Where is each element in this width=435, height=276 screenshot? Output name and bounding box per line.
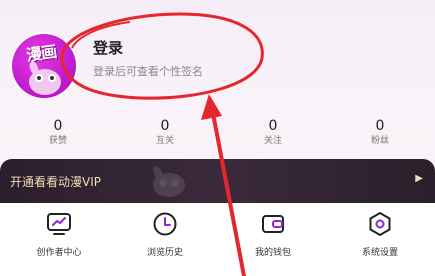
shortcut-wallet[interactable]: 我的钱包 bbox=[238, 211, 308, 258]
signature-hint: 登录后可查看个性签名 bbox=[93, 65, 203, 78]
login-link[interactable]: 登录 bbox=[93, 37, 123, 58]
creator-monitor-icon bbox=[47, 213, 71, 235]
shortcut-browse-history[interactable]: 浏览历史 bbox=[130, 211, 200, 258]
shortcut-label: 创作者中心 bbox=[36, 248, 82, 258]
wallet-icon bbox=[262, 215, 284, 233]
shortcut-settings[interactable]: 系统设置 bbox=[345, 211, 415, 258]
vip-banner-label: 开通看看动漫VIP bbox=[10, 175, 101, 189]
stat-mutual[interactable]: 0 互关 bbox=[145, 117, 185, 148]
stat-value: 0 bbox=[375, 118, 385, 134]
chevron-right-icon: ▶ bbox=[415, 173, 423, 184]
shortcut-label: 我的钱包 bbox=[254, 248, 291, 258]
clock-icon bbox=[153, 212, 177, 236]
shortcut-label: 浏览历史 bbox=[146, 248, 183, 258]
stat-fans[interactable]: 0 粉丝 bbox=[360, 117, 400, 148]
vip-mascot-icon bbox=[153, 166, 185, 197]
shortcut-label: 系统设置 bbox=[361, 248, 398, 258]
stat-label: 获赞 bbox=[48, 136, 67, 146]
stat-value: 0 bbox=[53, 118, 63, 134]
settings-hexagon-icon bbox=[369, 212, 391, 236]
stat-label: 关注 bbox=[263, 136, 282, 146]
stat-following[interactable]: 0 关注 bbox=[253, 117, 293, 148]
stat-likes[interactable]: 0 获赞 bbox=[38, 117, 78, 148]
shortcut-creator-center[interactable]: 创作者中心 bbox=[24, 211, 94, 258]
vip-banner[interactable]: 开通看看动漫VIP ▶ bbox=[0, 159, 435, 203]
avatar[interactable]: 漫画 bbox=[10, 32, 78, 100]
shortcut-grid: 创作者中心 浏览历史 我的钱包 系统设置 bbox=[0, 203, 435, 276]
stat-label: 互关 bbox=[155, 136, 174, 146]
mascot-icon bbox=[29, 61, 61, 95]
avatar-image: 漫画 bbox=[12, 34, 76, 98]
annotation-ellipse bbox=[60, 12, 264, 100]
profile-page: 漫画 登录 登录后可查看个性签名 0 获赞 0 互关 0 关注 0 粉丝 开通看… bbox=[0, 0, 435, 276]
stat-value: 0 bbox=[160, 118, 170, 134]
stat-value: 0 bbox=[268, 118, 278, 134]
stat-label: 粉丝 bbox=[370, 136, 389, 146]
stats-row: 0 获赞 0 互关 0 关注 0 粉丝 bbox=[0, 117, 435, 153]
